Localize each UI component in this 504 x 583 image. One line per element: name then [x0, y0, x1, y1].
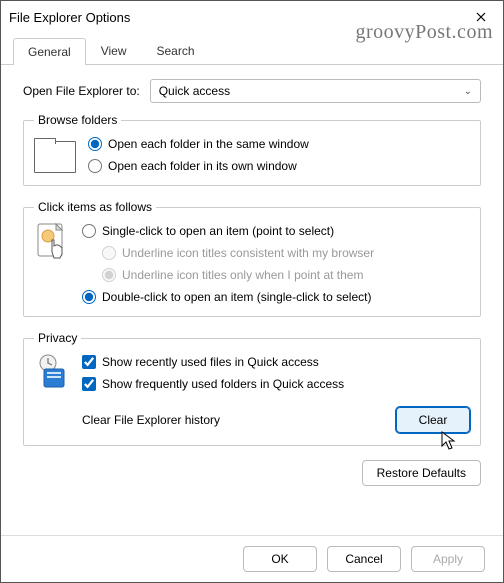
privacy-group: Privacy Show recently used files in Quic…: [23, 331, 481, 446]
radio-same-window[interactable]: Open each folder in the same window: [88, 137, 470, 151]
radio-underline-point-label: Underline icon titles only when I point …: [122, 268, 363, 282]
title-bar: File Explorer Options: [1, 1, 503, 33]
open-explorer-label: Open File Explorer to:: [23, 84, 140, 98]
dialog-content: Open File Explorer to: Quick access ⌄ Br…: [1, 65, 503, 496]
click-items-legend: Click items as follows: [34, 200, 156, 214]
tab-view[interactable]: View: [86, 37, 142, 64]
browse-folders-group: Browse folders Open each folder in the s…: [23, 113, 481, 186]
radio-underline-browser-input: [102, 246, 116, 260]
radio-double-click-label: Double-click to open an item (single-cli…: [102, 290, 371, 304]
radio-same-window-label: Open each folder in the same window: [108, 137, 309, 151]
radio-underline-point: Underline icon titles only when I point …: [102, 268, 470, 282]
checkbox-frequent-folders[interactable]: Show frequently used folders in Quick ac…: [82, 377, 470, 391]
radio-underline-browser: Underline icon titles consistent with my…: [102, 246, 470, 260]
radio-own-window-input[interactable]: [88, 159, 102, 173]
open-explorer-value: Quick access: [159, 84, 230, 98]
tab-general[interactable]: General: [13, 38, 86, 65]
radio-single-click[interactable]: Single-click to open an item (point to s…: [82, 224, 470, 238]
click-items-group: Click items as follows Single-click to o…: [23, 200, 481, 317]
checkbox-frequent-folders-label: Show frequently used folders in Quick ac…: [102, 377, 344, 391]
close-icon: [476, 12, 486, 22]
close-button[interactable]: [459, 1, 503, 33]
clear-button[interactable]: Clear: [396, 407, 470, 433]
checkbox-frequent-folders-input[interactable]: [82, 377, 96, 391]
apply-button: Apply: [411, 546, 485, 572]
radio-double-click[interactable]: Double-click to open an item (single-cli…: [82, 290, 470, 304]
browse-folders-legend: Browse folders: [34, 113, 121, 127]
checkbox-recent-files-input[interactable]: [82, 355, 96, 369]
clear-history-label: Clear File Explorer history: [82, 413, 220, 427]
dialog-window: File Explorer Options groovyPost.com Gen…: [0, 0, 504, 583]
radio-single-click-label: Single-click to open an item (point to s…: [102, 224, 334, 238]
restore-row: Restore Defaults: [23, 460, 481, 486]
radio-underline-point-input: [102, 268, 116, 282]
checkbox-recent-files-label: Show recently used files in Quick access: [102, 355, 319, 369]
radio-same-window-input[interactable]: [88, 137, 102, 151]
open-explorer-row: Open File Explorer to: Quick access ⌄: [23, 79, 481, 103]
tab-strip: General View Search: [1, 33, 503, 65]
tab-search[interactable]: Search: [142, 37, 210, 64]
radio-own-window-label: Open each folder in its own window: [108, 159, 297, 173]
ok-button[interactable]: OK: [243, 546, 317, 572]
radio-double-click-input[interactable]: [82, 290, 96, 304]
restore-defaults-button[interactable]: Restore Defaults: [362, 460, 481, 486]
open-explorer-select[interactable]: Quick access ⌄: [150, 79, 481, 103]
window-title: File Explorer Options: [9, 10, 459, 25]
privacy-legend: Privacy: [34, 331, 81, 345]
dialog-footer: OK Cancel Apply: [1, 535, 503, 582]
cancel-button[interactable]: Cancel: [327, 546, 401, 572]
folder-icon: [34, 141, 76, 173]
radio-own-window[interactable]: Open each folder in its own window: [88, 159, 470, 173]
click-icon: [34, 222, 70, 271]
radio-single-click-input[interactable]: [82, 224, 96, 238]
checkbox-recent-files[interactable]: Show recently used files in Quick access: [82, 355, 470, 369]
privacy-icon: [34, 353, 70, 396]
clear-history-row: Clear File Explorer history Clear: [82, 407, 470, 433]
chevron-down-icon: ⌄: [464, 86, 472, 97]
radio-underline-browser-label: Underline icon titles consistent with my…: [122, 246, 374, 260]
